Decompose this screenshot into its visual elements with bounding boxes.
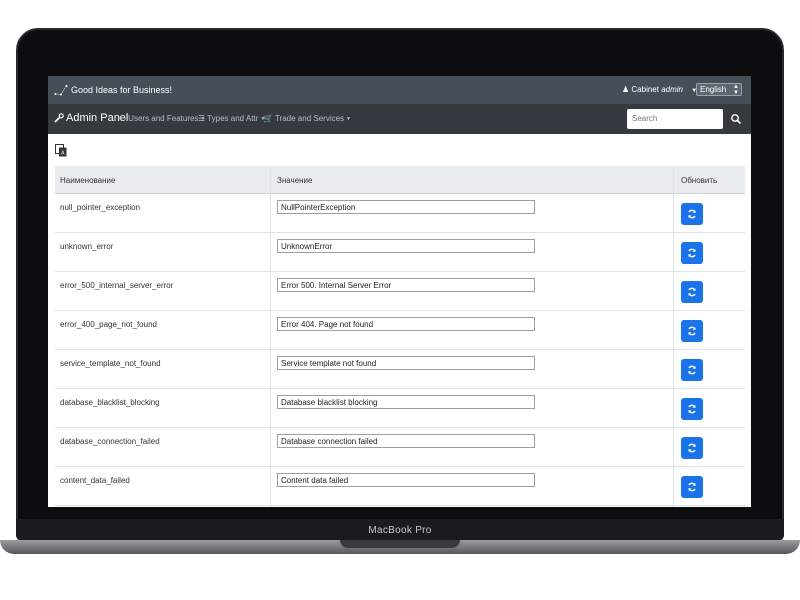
row-name: null_pointer_exception <box>60 203 141 212</box>
table-row: database_blacklist_blocking Database bla… <box>55 389 745 428</box>
table-row: null_pointer_exception NullPointerExcept… <box>55 194 745 233</box>
value-input[interactable]: Service template not found <box>277 356 535 370</box>
row-name: unknown_error <box>60 242 114 251</box>
refresh-icon <box>688 209 696 219</box>
row-name: error_500_internal_server_error <box>60 281 174 290</box>
cart-icon: 🛒 <box>263 114 273 123</box>
header-update: Обновить <box>681 176 718 185</box>
logo-icon <box>54 85 68 96</box>
value-input[interactable]: Content data failed <box>277 473 535 487</box>
laptop-notch <box>340 540 460 548</box>
row-name: content_data_failed <box>60 476 130 485</box>
select-arrows-icon: ▲ ▼ <box>733 84 739 96</box>
search-icon[interactable] <box>730 113 742 125</box>
user-icon: ♟ <box>622 85 630 94</box>
admin-panel-link[interactable]: Admin Panel <box>54 112 128 124</box>
value-input[interactable]: Error 404. Page not found <box>277 317 535 331</box>
table-row: unknown_error UnknownError <box>55 233 745 272</box>
refresh-button[interactable] <box>681 437 703 459</box>
brand-link[interactable]: Good Ideas for Business! <box>54 84 172 96</box>
value-input[interactable]: Database connection failed <box>277 434 535 448</box>
table-header: Наименование Значение Обновить <box>55 166 745 194</box>
refresh-icon <box>688 248 696 258</box>
table-row: database_connection_failed Database conn… <box>55 428 745 467</box>
barcode-icon: ☰ <box>198 114 206 123</box>
translate-icon[interactable]: A <box>55 144 67 157</box>
refresh-icon <box>688 404 696 414</box>
nav-bar: Admin Panel ⚇ Users and Features ▼ ☰ Typ… <box>48 104 751 134</box>
nav-types-attr[interactable]: ☰ Types and Attr ▼ <box>198 114 265 123</box>
value-input[interactable]: UnknownError <box>277 239 535 253</box>
header-value: Значение <box>277 176 313 185</box>
refresh-icon <box>688 287 696 297</box>
value-input[interactable]: Error 500. Internal Server Error <box>277 278 535 292</box>
refresh-icon <box>688 443 696 453</box>
cabinet-label: Cabinet <box>631 85 659 94</box>
refresh-button[interactable] <box>681 359 703 381</box>
nav-trade-label: Trade and Services <box>274 114 345 123</box>
refresh-button[interactable] <box>681 281 703 303</box>
refresh-button[interactable] <box>681 320 703 342</box>
refresh-button[interactable] <box>681 398 703 420</box>
device-label: MacBook Pro <box>368 525 432 536</box>
refresh-button[interactable] <box>681 242 703 264</box>
table-row: error_400_page_not_found Error 404. Page… <box>55 311 745 350</box>
nav-users-features[interactable]: ⚇ Users and Features ▼ <box>119 114 205 123</box>
refresh-button[interactable] <box>681 476 703 498</box>
cabinet-menu[interactable]: ♟ Cabinet admin ▼ <box>622 85 697 94</box>
caret-down-icon: ▼ <box>346 115 351 122</box>
row-name: database_connection_failed <box>60 437 160 446</box>
value-input[interactable]: NullPointerException <box>277 200 535 214</box>
header-name: Наименование <box>60 176 116 185</box>
table-row: service_template_not_found Service templ… <box>55 350 745 389</box>
top-bar: Good Ideas for Business! ♟ Cabinet admin… <box>48 76 751 104</box>
brand-name: Good Ideas for Business! <box>71 85 173 95</box>
nav-users-label: Users and Features <box>128 114 199 123</box>
language-select[interactable]: English ▲ ▼ <box>696 83 742 96</box>
wrench-icon <box>54 113 64 123</box>
nav-types-label: Types and Attr <box>207 114 259 123</box>
refresh-button[interactable] <box>681 203 703 225</box>
table-row: error_500_internal_server_error Error 50… <box>55 272 745 311</box>
search-input[interactable]: Search <box>627 109 723 129</box>
row-name: service_template_not_found <box>60 359 161 368</box>
row-name: database_blacklist_blocking <box>60 398 160 407</box>
cabinet-user: admin <box>661 85 684 94</box>
screen: Good Ideas for Business! ♟ Cabinet admin… <box>48 76 751 507</box>
row-name: error_400_page_not_found <box>60 320 157 329</box>
refresh-icon <box>688 482 696 492</box>
refresh-icon <box>688 365 696 375</box>
table-row: content_data_failed Content data failed <box>55 467 745 506</box>
users-icon: ⚇ <box>119 114 127 123</box>
refresh-icon <box>688 326 696 336</box>
language-value: English <box>700 85 727 94</box>
nav-trade-services[interactable]: 🛒 Trade and Services ▼ <box>263 114 351 123</box>
value-input[interactable]: Database blacklist blocking <box>277 395 535 409</box>
